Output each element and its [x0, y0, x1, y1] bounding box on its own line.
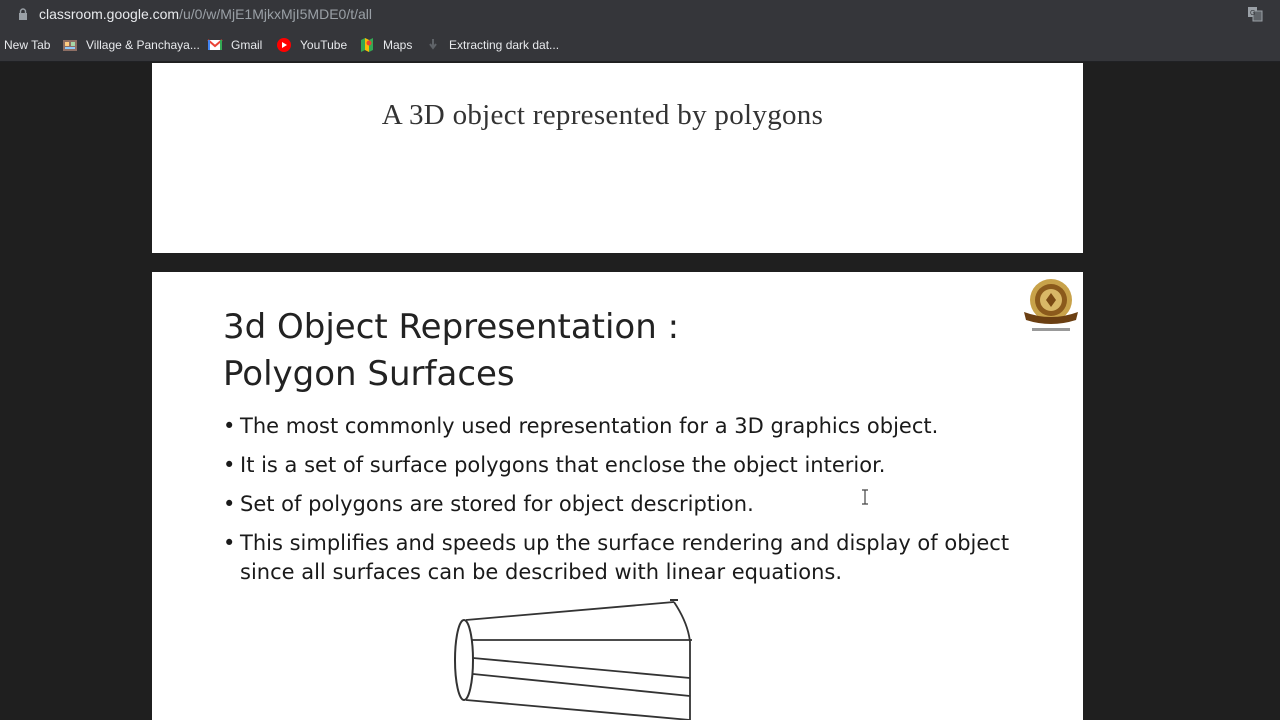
slide-caption-text: A 3D object represented by polygons [381, 99, 824, 131]
youtube-icon [277, 38, 291, 52]
translate-icon[interactable]: G [1247, 6, 1263, 22]
bullet-item: This simplifies and speeds up the surfac… [223, 529, 1023, 587]
address-bar[interactable]: classroom.google.com/u/0/w/MjE1MjkxMjI5M… [0, 0, 1280, 29]
gmail-icon [207, 39, 223, 50]
url-text[interactable]: classroom.google.com/u/0/w/MjE1MjkxMjI5M… [39, 6, 372, 22]
bookmark-gmail[interactable]: Gmail [207, 29, 262, 61]
bookmark-maps[interactable]: Maps [359, 29, 412, 61]
bookmark-label: YouTube [300, 38, 348, 52]
bookmark-new-tab[interactable]: New Tab [4, 29, 50, 61]
bookmark-label: Village & Panchaya... [86, 38, 200, 52]
bookmark-label: Maps [383, 38, 413, 52]
university-seal-icon [1024, 279, 1078, 331]
bookmark-village[interactable]: Village & Panchaya... [62, 29, 200, 61]
slide-title-line2: Polygon Surfaces [223, 354, 515, 394]
bookmark-label: Gmail [231, 38, 263, 52]
bookmarks-bar: New Tab Village & Panchaya... Gmail YouT… [0, 29, 1280, 62]
bookmark-extracting[interactable]: Extracting dark dat... [425, 29, 559, 61]
url-path: /u/0/w/MjE1MjkxMjI5MDE0/t/all [179, 6, 372, 22]
bullet-item: The most commonly used representation fo… [223, 412, 1023, 441]
bookmark-label: New Tab [4, 38, 51, 52]
bullet-item: It is a set of surface polygons that enc… [223, 451, 1023, 480]
slide-current: 3d Object Representation : Polygon Surfa… [152, 272, 1083, 720]
bookmark-label: Extracting dark dat... [449, 38, 560, 52]
bookmark-youtube[interactable]: YouTube [276, 29, 347, 61]
bullet-list: The most commonly used representation fo… [223, 412, 1023, 597]
text-cursor-icon [862, 489, 868, 505]
svg-text:G: G [1250, 10, 1255, 17]
lock-icon [19, 8, 27, 20]
village-favicon-icon [63, 40, 77, 51]
truncated-cone-figure [454, 599, 692, 720]
slide-title-line1: 3d Object Representation : [223, 307, 680, 347]
maps-icon [361, 38, 373, 52]
slide-previous: A 3D object represented by polygons [152, 63, 1083, 253]
slide-title: 3d Object Representation : Polygon Surfa… [223, 304, 679, 398]
bullet-item: Set of polygons are stored for object de… [223, 490, 1023, 519]
slide-caption: A 3D object represented by polygons [152, 99, 1083, 132]
page-icon [429, 39, 437, 50]
url-host: classroom.google.com [39, 6, 180, 22]
